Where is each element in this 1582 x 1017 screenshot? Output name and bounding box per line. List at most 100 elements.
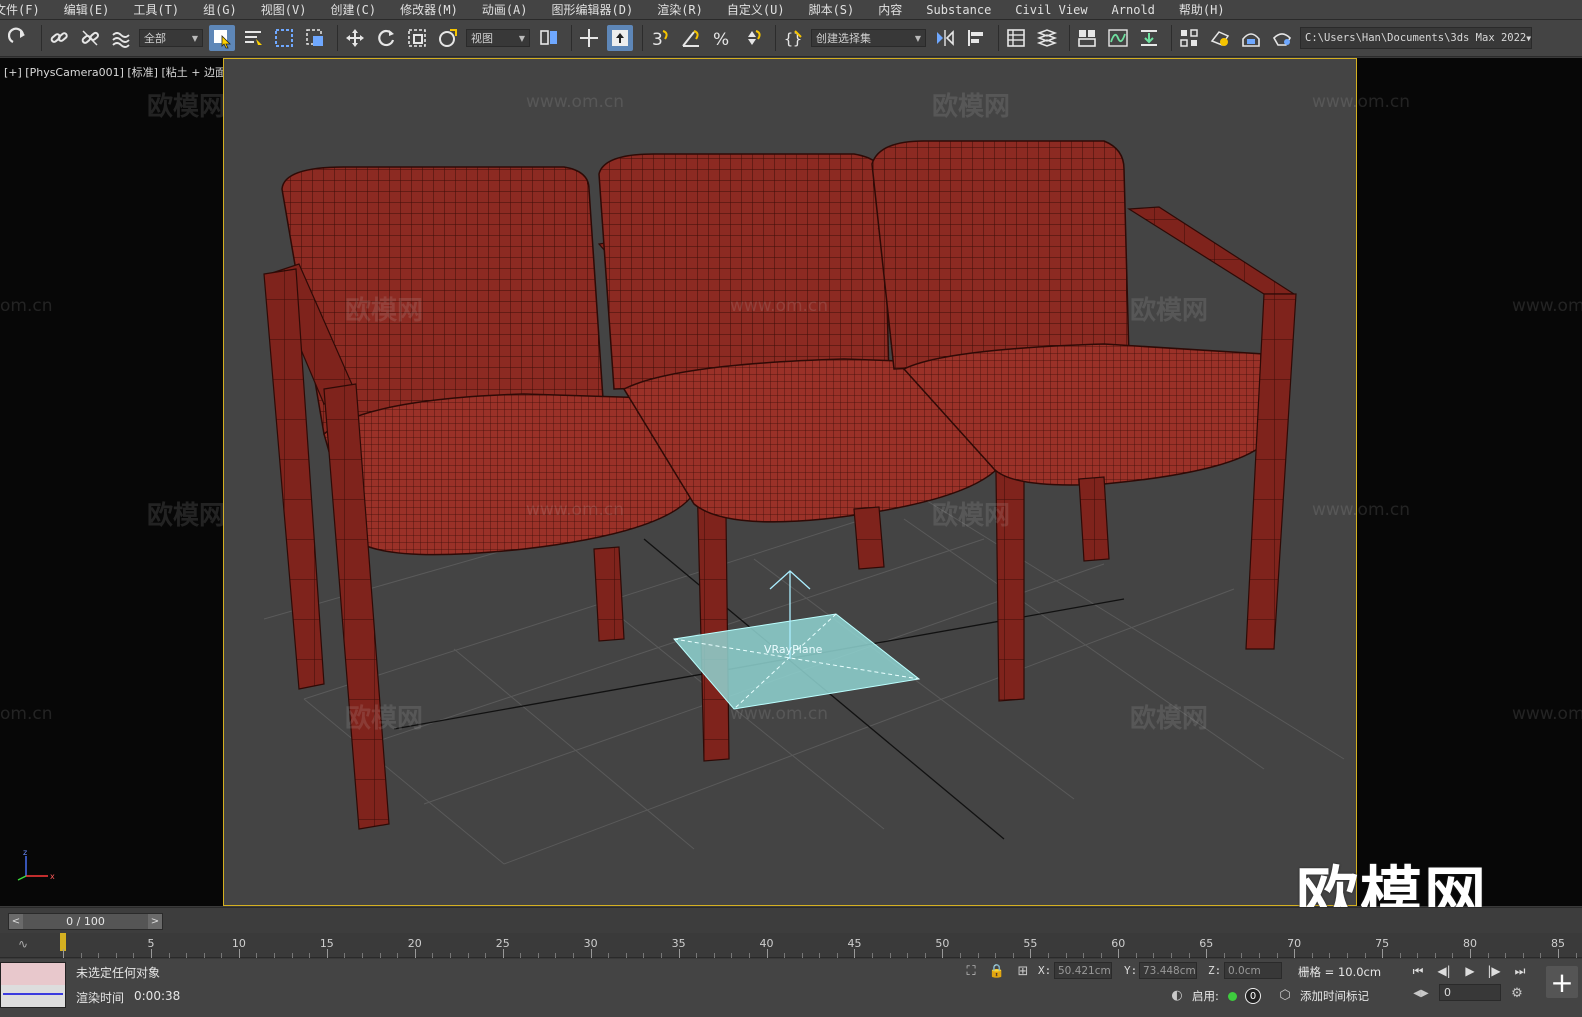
toggle-ribbon-icon[interactable]	[1074, 25, 1100, 51]
timeline-tick-label: 35	[671, 937, 686, 950]
mirror-icon[interactable]	[932, 25, 958, 51]
y-coordinate-field[interactable]: 73.448cm	[1139, 962, 1197, 979]
svg-text:%: %	[713, 30, 729, 49]
named-selection-dropdown[interactable]: 创建选择集 ▼	[811, 29, 926, 47]
place-icon[interactable]	[435, 25, 461, 51]
timeline-tick	[907, 953, 909, 958]
z-coordinate-field[interactable]: 0.0cm	[1224, 962, 1282, 979]
menu-item-14[interactable]: Civil View	[1003, 0, 1099, 20]
menu-item-11[interactable]: 脚本(S)	[797, 0, 867, 20]
render-production-icon[interactable]	[1269, 25, 1295, 51]
align-icon[interactable]	[963, 25, 989, 51]
viewport-label[interactable]: [+] [PhysCamera001] [标准] [粘土 + 边面]	[4, 64, 230, 80]
unlink-icon[interactable]	[77, 25, 103, 51]
edit-named-selection-icon[interactable]: {}	[780, 25, 806, 51]
window-crossing-icon[interactable]	[302, 25, 328, 51]
timeline-tick	[1153, 953, 1155, 958]
selection-filter-dropdown[interactable]: 全部 ▼	[139, 29, 203, 47]
timeline-tick	[238, 949, 240, 958]
timeline-tick	[520, 953, 522, 958]
render-setup-icon[interactable]	[1207, 25, 1233, 51]
mini-curve-editor-icon[interactable]: ∿	[18, 937, 28, 951]
pivot-center-icon[interactable]	[536, 25, 562, 51]
link-icon[interactable]	[46, 25, 72, 51]
scene-explorer-icon[interactable]	[1003, 25, 1029, 51]
track-ruler[interactable]: 5 10 15 20 25 30 35 40 45 50 55 60 65 70 75 80 85	[55, 933, 1582, 958]
reference-coordinate-dropdown[interactable]: 视图 ▼	[466, 29, 530, 47]
menu-item-3[interactable]: 组(G)	[191, 0, 249, 20]
timeline-tick	[678, 949, 680, 958]
timeline-tick	[661, 953, 662, 958]
menu-item-12[interactable]: 内容	[866, 0, 914, 20]
time-configuration-icon[interactable]: ⚙	[1508, 984, 1526, 1002]
isolate-selection-icon[interactable]: ⛶	[962, 962, 980, 980]
timeline-tick	[186, 953, 188, 958]
timeline-tick	[696, 953, 698, 958]
rectangular-selection-icon[interactable]	[271, 25, 297, 51]
next-frame-icon[interactable]: >	[147, 914, 162, 929]
select-object-icon[interactable]	[209, 25, 235, 51]
time-slider[interactable]: < 0 / 100 >	[8, 913, 163, 930]
menu-item-10[interactable]: 自定义(U)	[715, 0, 797, 20]
angle-snap-icon[interactable]	[678, 25, 704, 51]
timeline-tick-label: 20	[407, 937, 422, 950]
menu-item-13[interactable]: Substance	[914, 0, 1003, 20]
play-icon[interactable]: ▶	[1460, 961, 1480, 981]
selection-lock-icon[interactable]: 🔒	[988, 962, 1006, 980]
timeline-tick	[995, 953, 997, 958]
curve-editor-icon[interactable]	[1105, 25, 1131, 51]
menu-item-1[interactable]: 编辑(E)	[52, 0, 122, 20]
timeline-tick	[98, 953, 100, 958]
timeline-tick	[625, 953, 627, 958]
key-mode-icon[interactable]: ◀▶	[1412, 984, 1430, 1002]
spinner-snap-icon[interactable]	[740, 25, 766, 51]
time-tag-icon[interactable]: ⬡	[1276, 986, 1294, 1004]
adaptive-degradation-icon[interactable]: ◐	[1168, 986, 1186, 1004]
menu-item-6[interactable]: 修改器(M)	[388, 0, 470, 20]
timeline-tick	[1065, 953, 1067, 958]
viewport-left-safe-frame	[0, 58, 223, 906]
menu-item-7[interactable]: 动画(A)	[470, 0, 540, 20]
material-editor-icon[interactable]	[1176, 25, 1202, 51]
menu-item-0[interactable]: 文件(F)	[0, 0, 52, 20]
menu-item-8[interactable]: 图形编辑器(D)	[540, 0, 646, 20]
rendered-frame-window-icon[interactable]	[1238, 25, 1264, 51]
timeline-tick	[1311, 953, 1313, 958]
rotate-icon[interactable]	[373, 25, 399, 51]
menu-item-16[interactable]: 帮助(H)	[1167, 0, 1237, 20]
track-bar[interactable]: ∿ 5 10 15 20 25 30 35 40 45 50 55 60 65 70 75 80 85	[0, 933, 1582, 958]
x-coordinate-field[interactable]: 50.421cm	[1054, 962, 1112, 979]
create-panel-icon[interactable]: +	[1546, 966, 1578, 999]
scale-icon[interactable]	[404, 25, 430, 51]
add-time-tag-button[interactable]: 添加时间标记	[1300, 988, 1369, 1004]
timeline-tick	[414, 949, 416, 958]
menu-item-2[interactable]: 工具(T)	[121, 0, 191, 20]
next-key-icon[interactable]: |▶	[1484, 961, 1504, 981]
project-path-field[interactable]: C:\Users\Han\Documents\3ds Max 2022 ▼	[1300, 27, 1532, 49]
menu-item-5[interactable]: 创建(C)	[318, 0, 388, 20]
select-by-name-icon[interactable]	[240, 25, 266, 51]
snaps-toggle-icon[interactable]: 3	[647, 25, 673, 51]
layer-explorer-icon[interactable]	[1034, 25, 1060, 51]
absolute-relative-transform-icon[interactable]: ⊞	[1014, 962, 1032, 980]
select-manipulate-icon[interactable]	[576, 25, 602, 51]
timeline-tick	[168, 953, 170, 958]
schematic-view-icon[interactable]	[1136, 25, 1162, 51]
redo-icon[interactable]	[6, 25, 32, 51]
move-icon[interactable]	[342, 25, 368, 51]
current-frame-field[interactable]: 0	[1439, 984, 1501, 1001]
bind-space-warp-icon[interactable]	[108, 25, 134, 51]
render-time-label: 渲染时间	[76, 991, 125, 1005]
percent-snap-icon[interactable]: %	[709, 25, 735, 51]
go-to-start-icon[interactable]: ⏮	[1408, 961, 1428, 981]
maxscript-listener-mini[interactable]	[0, 962, 66, 1008]
keyboard-shortcut-override-icon[interactable]	[607, 25, 633, 51]
menu-item-15[interactable]: Arnold	[1100, 0, 1167, 20]
menu-item-9[interactable]: 渲染(R)	[645, 0, 715, 20]
error-count-badge[interactable]: 0	[1245, 988, 1261, 1004]
previous-key-icon[interactable]: ◀|	[1434, 961, 1454, 981]
previous-frame-icon[interactable]: <	[9, 914, 23, 929]
menu-item-4[interactable]: 视图(V)	[249, 0, 319, 20]
perspective-viewport[interactable]: VRayPlane	[223, 58, 1357, 906]
go-to-end-icon[interactable]: ⏭	[1510, 961, 1530, 981]
